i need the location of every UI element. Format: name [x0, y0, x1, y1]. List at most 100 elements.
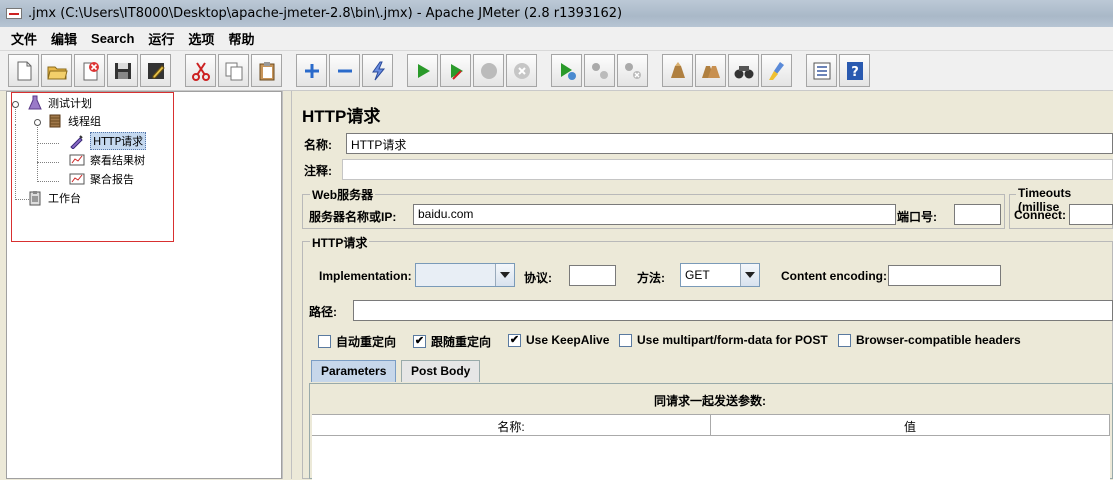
- web-server-group-title: Web服务器: [310, 186, 376, 203]
- cut-button[interactable]: [185, 54, 216, 87]
- port-field[interactable]: [954, 204, 1001, 225]
- toggle-button[interactable]: [362, 54, 393, 87]
- help-button[interactable]: ?: [839, 54, 870, 87]
- name-field[interactable]: HTTP请求: [346, 133, 1113, 154]
- multipart-checkbox[interactable]: Use multipart/form-data for POST: [619, 333, 828, 347]
- comment-field[interactable]: [342, 159, 1113, 180]
- tree-item-label: 工作台: [48, 192, 81, 205]
- implementation-value: [416, 264, 495, 286]
- toggle-icon: [371, 61, 385, 80]
- menu-options[interactable]: 选项: [181, 27, 221, 50]
- tree-item-http-request[interactable]: HTTP请求: [69, 132, 147, 150]
- tree-expand-handle[interactable]: [12, 101, 19, 108]
- protocol-field[interactable]: [569, 265, 616, 286]
- encoding-field[interactable]: [888, 265, 1001, 286]
- server-field[interactable]: baidu.com: [413, 204, 896, 225]
- start-no-pause-icon: [450, 63, 463, 80]
- checkbox-box: [318, 335, 331, 348]
- chevron-down-icon: [495, 264, 514, 286]
- clear-all-icon: [701, 65, 720, 78]
- chart-icon: [69, 171, 85, 187]
- keepalive-checkbox[interactable]: ✔ Use KeepAlive: [508, 333, 609, 347]
- tree-item-aggregate-report[interactable]: 聚合报告: [69, 170, 134, 188]
- tree-item-label: 测试计划: [48, 97, 92, 110]
- menu-edit[interactable]: 编辑: [44, 27, 84, 50]
- paste-button[interactable]: [251, 54, 282, 87]
- clear-button[interactable]: [662, 54, 693, 87]
- browser-compatible-checkbox[interactable]: Browser-compatible headers: [838, 333, 1021, 347]
- checkbox-label: Browser-compatible headers: [856, 333, 1021, 347]
- method-select[interactable]: GET: [680, 263, 760, 287]
- help-icon: ?: [846, 61, 863, 80]
- menu-run[interactable]: 运行: [141, 27, 181, 50]
- save-as-icon: [147, 62, 165, 79]
- tree-connector: [37, 162, 59, 163]
- search-icon: [734, 65, 753, 78]
- new-button[interactable]: [8, 54, 39, 87]
- flask-icon: [27, 95, 43, 111]
- encoding-label: Content encoding:: [781, 269, 887, 283]
- save-icon: [114, 62, 131, 79]
- remote-stop-button[interactable]: [584, 54, 615, 87]
- start-icon: [417, 63, 430, 78]
- method-value: GET: [685, 268, 710, 282]
- follow-redirects-checkbox[interactable]: ✔ 跟随重定向: [413, 333, 491, 350]
- tree-item-thread-group[interactable]: 线程组: [47, 112, 101, 130]
- connect-timeout-field[interactable]: [1069, 204, 1113, 225]
- tree-connector: [15, 124, 16, 200]
- remote-shutdown-button[interactable]: [617, 54, 648, 87]
- checkbox-box: [838, 333, 851, 347]
- tree-item-workbench[interactable]: 工作台: [27, 189, 81, 207]
- menu-help[interactable]: 帮助: [221, 27, 261, 50]
- table-body[interactable]: [312, 436, 1110, 480]
- save-as-button[interactable]: [140, 54, 171, 87]
- open-button[interactable]: [41, 54, 72, 87]
- page-title: HTTP请求: [302, 107, 381, 126]
- start-no-pause-button[interactable]: [440, 54, 471, 87]
- shutdown-button[interactable]: [506, 54, 537, 87]
- reset-search-button[interactable]: [761, 54, 792, 87]
- tree-item-test-plan[interactable]: 测试计划: [27, 94, 92, 112]
- name-label: 名称:: [304, 138, 332, 152]
- checkbox-box: [619, 333, 632, 347]
- close-button[interactable]: [74, 54, 105, 87]
- close-icon: [83, 61, 99, 80]
- window-title: .jmx (C:\Users\IT8000\Desktop\apache-jme…: [28, 6, 623, 21]
- remote-start-button[interactable]: [551, 54, 582, 87]
- column-header-value[interactable]: 值: [711, 415, 1110, 435]
- tab-post-body[interactable]: Post Body: [401, 360, 481, 382]
- tree-connector: [37, 143, 59, 144]
- comment-label: 注释:: [304, 164, 332, 178]
- path-field[interactable]: [353, 300, 1113, 321]
- chart-icon: [69, 152, 85, 168]
- tree-expand-handle[interactable]: [34, 119, 41, 126]
- implementation-select[interactable]: [415, 263, 515, 287]
- menu-search[interactable]: Search: [84, 29, 141, 48]
- checkbox-label: Use KeepAlive: [526, 333, 610, 347]
- copy-button[interactable]: [218, 54, 249, 87]
- stop-button[interactable]: [473, 54, 504, 87]
- expand-button[interactable]: [296, 54, 327, 87]
- tree-connector: [15, 106, 16, 122]
- port-label: 端口号:: [897, 210, 937, 224]
- clear-all-button[interactable]: [695, 54, 726, 87]
- search-button[interactable]: [728, 54, 759, 87]
- checkbox-label: 跟随重定向: [431, 335, 492, 349]
- chevron-down-icon: [740, 264, 759, 286]
- tree-connector: [37, 124, 38, 182]
- menu-file[interactable]: 文件: [4, 27, 44, 50]
- auto-redirect-checkbox[interactable]: 自动重定向: [318, 333, 396, 350]
- start-button[interactable]: [407, 54, 438, 87]
- parameters-caption: 同请求一起发送参数:: [654, 394, 766, 408]
- save-button[interactable]: [107, 54, 138, 87]
- tab-parameters[interactable]: Parameters: [311, 360, 397, 382]
- expand-icon: [304, 63, 319, 78]
- pipette-icon: [69, 133, 85, 149]
- collapse-button[interactable]: [329, 54, 360, 87]
- tree-item-view-results-tree[interactable]: 察看结果树: [69, 151, 145, 169]
- panel-splitter[interactable]: [282, 91, 292, 479]
- column-header-name[interactable]: 名称:: [312, 415, 711, 435]
- function-helper-button[interactable]: [806, 54, 837, 87]
- open-icon: [46, 66, 68, 79]
- toolbar: ?: [0, 51, 1113, 91]
